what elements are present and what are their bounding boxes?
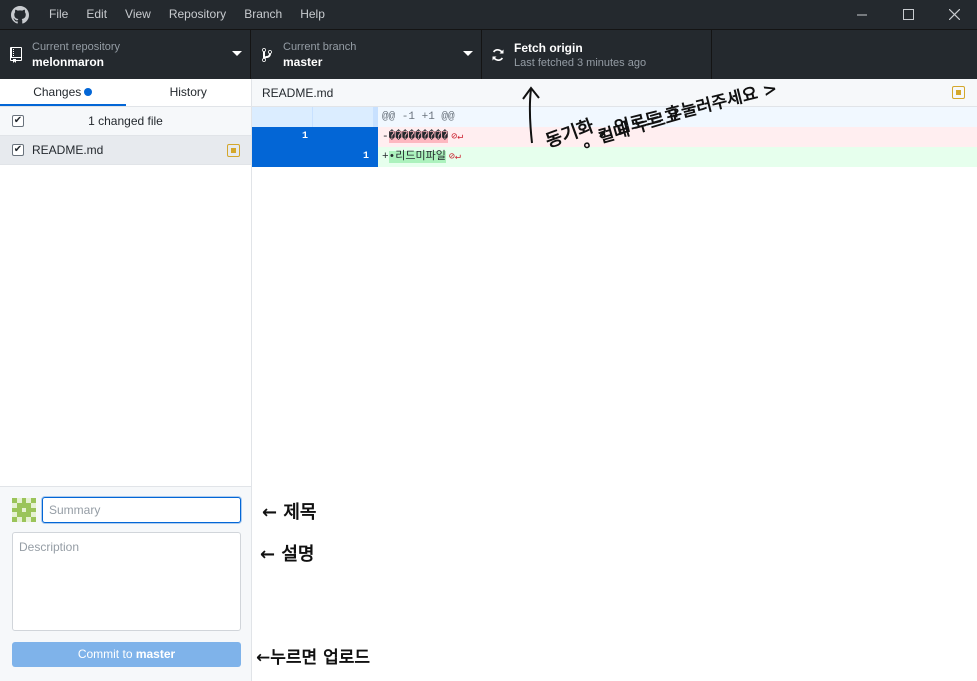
new-line-number[interactable]: 1	[313, 147, 374, 167]
branch-icon	[251, 47, 283, 63]
sidebar: Changes History ✔ 1 changed file ✔ READM…	[0, 79, 252, 681]
modified-icon	[952, 86, 965, 99]
fetch-origin-label: Fetch origin	[514, 40, 583, 55]
select-all-checkbox[interactable]: ✔	[12, 115, 24, 127]
menu-branch[interactable]: Branch	[235, 0, 291, 29]
diff-file-name: README.md	[262, 85, 334, 100]
changed-files-count: 1 changed file	[88, 114, 163, 128]
github-logo-icon	[0, 0, 40, 29]
chevron-down-icon	[463, 51, 473, 56]
minimize-icon[interactable]	[839, 0, 885, 29]
tab-changes[interactable]: Changes	[0, 79, 126, 106]
deleted-line-content: -��������� ⊘↵	[378, 127, 977, 147]
current-branch-caption: Current branch	[283, 40, 357, 53]
toolbar: Current repository melonmaron Current br…	[0, 29, 977, 79]
old-line-number	[252, 107, 313, 127]
added-line-text: •리드미파일	[388, 151, 446, 163]
commit-panel: Commit to master	[0, 486, 251, 681]
deleted-prefix: -	[382, 131, 389, 143]
menu-repository[interactable]: Repository	[160, 0, 235, 29]
commit-summary-input[interactable]	[42, 497, 241, 523]
sync-icon	[482, 48, 514, 62]
commit-button-prefix: Commit to	[77, 647, 136, 661]
current-branch-button[interactable]: Current branch master	[251, 30, 482, 79]
commit-button[interactable]: Commit to master	[12, 642, 241, 667]
old-line-number[interactable]	[252, 147, 313, 167]
commit-button-branch: master	[135, 647, 176, 661]
menu-view[interactable]: View	[116, 0, 160, 29]
current-repository-caption: Current repository	[32, 40, 121, 53]
modified-icon	[227, 144, 240, 157]
file-checkbox[interactable]: ✔	[12, 144, 24, 156]
tab-history[interactable]: History	[126, 79, 252, 106]
menu-edit[interactable]: Edit	[77, 0, 116, 29]
menu-file[interactable]: File	[40, 0, 77, 29]
file-name: README.md	[32, 143, 104, 157]
current-branch-name: master	[283, 54, 323, 69]
diff-line-added[interactable]: 1 +•리드미파일 ⊘↵	[252, 147, 977, 167]
list-item[interactable]: ✔ README.md	[0, 136, 251, 165]
fetch-origin-button[interactable]: Fetch origin Last fetched 3 minutes ago	[482, 30, 712, 79]
new-line-number	[313, 107, 374, 127]
title-bar: File Edit View Repository Branch Help	[0, 0, 977, 29]
added-prefix: +	[382, 151, 389, 163]
no-newline-icon: ⊘↵	[448, 152, 461, 163]
commit-description-input[interactable]	[12, 532, 241, 631]
current-repository-name: melonmaron	[32, 54, 105, 69]
menu-help[interactable]: Help	[291, 0, 334, 29]
annotation-arrow-up-icon	[522, 86, 540, 144]
maximize-icon[interactable]	[885, 0, 931, 29]
diff-file-header: README.md	[252, 79, 977, 107]
tab-history-label: History	[169, 85, 207, 99]
tab-changes-label: Changes	[33, 85, 82, 99]
repo-icon	[0, 46, 32, 63]
added-line-content: +•리드미파일 ⊘↵	[378, 147, 977, 167]
old-line-number[interactable]: 1	[252, 127, 313, 147]
no-newline-icon: ⊘↵	[451, 132, 464, 143]
chevron-down-icon	[232, 51, 242, 56]
last-fetched-status: Last fetched 3 minutes ago	[514, 56, 647, 69]
sidebar-tabs: Changes History	[0, 79, 251, 107]
deleted-line-text: ���������	[388, 131, 449, 143]
current-repository-button[interactable]: Current repository melonmaron	[0, 30, 251, 79]
close-icon[interactable]	[931, 0, 977, 29]
changes-header: ✔ 1 changed file	[0, 107, 251, 136]
annotation-summary: ← 제목	[262, 502, 317, 523]
annotation-commit: ←누르면 업로드	[256, 648, 371, 668]
new-line-number[interactable]	[313, 127, 374, 147]
window-controls	[839, 0, 977, 29]
annotation-description: ← 설명	[260, 544, 315, 565]
menu-bar: File Edit View Repository Branch Help	[40, 0, 334, 29]
changes-indicator-icon	[84, 88, 93, 96]
avatar	[12, 498, 36, 522]
